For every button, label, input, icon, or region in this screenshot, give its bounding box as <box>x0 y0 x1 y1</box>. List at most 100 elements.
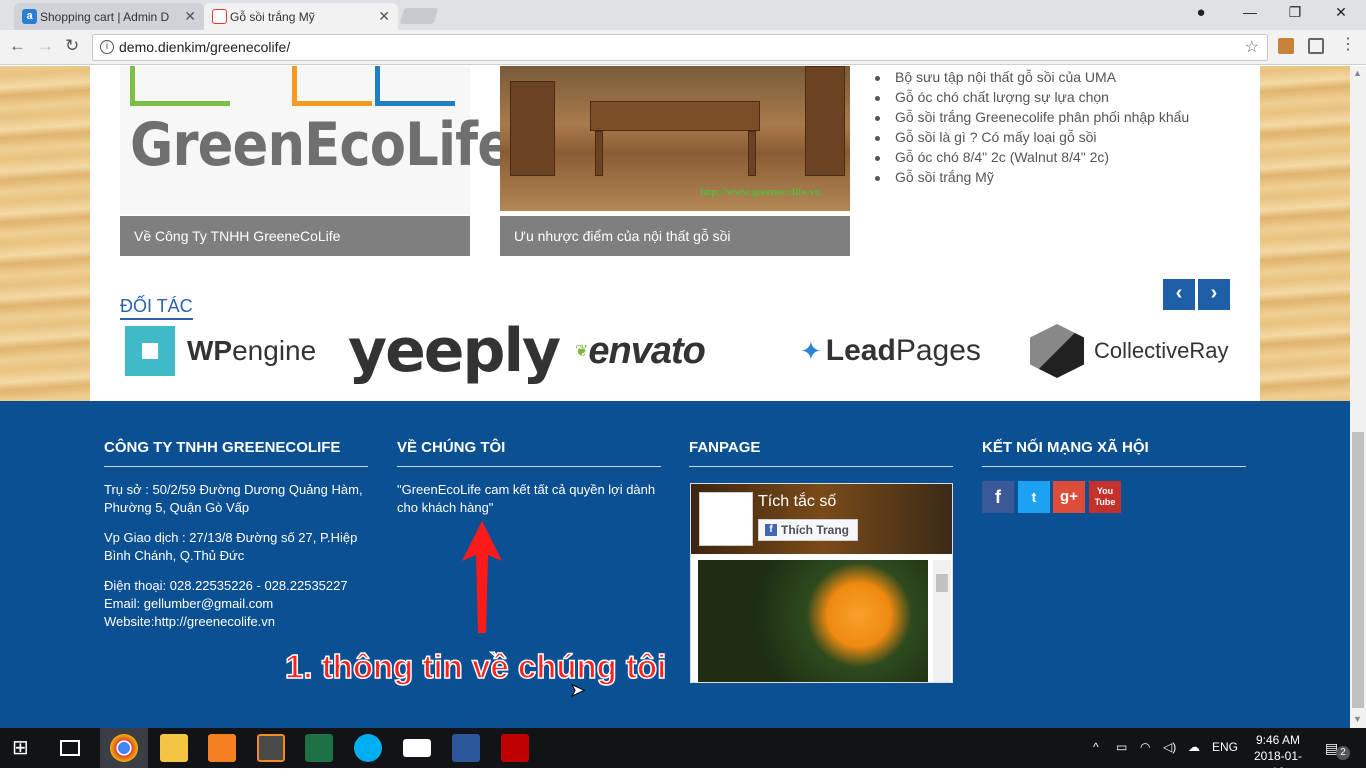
sublime-text-icon[interactable] <box>257 734 285 762</box>
word-icon[interactable] <box>452 734 480 762</box>
footer-website[interactable]: Website:http://greenecolife.vn <box>104 613 368 631</box>
close-tab-icon[interactable]: ✕ <box>378 8 390 25</box>
news-link[interactable]: Gỗ sồi trắng Mỹ <box>875 169 1189 189</box>
chrome-icon <box>110 734 138 762</box>
leadpages-text: Pages <box>895 334 981 367</box>
partners-heading: ĐỐI TÁC <box>120 296 193 320</box>
fb-like-page-button[interactable]: f Thích Trang <box>758 519 858 541</box>
excel-icon[interactable] <box>305 734 333 762</box>
envato-leaf-icon: ❦ <box>575 343 589 360</box>
language-indicator[interactable]: ENG <box>1212 740 1238 754</box>
file-explorer-icon[interactable] <box>160 734 188 762</box>
maximize-button[interactable]: ❐ <box>1285 4 1305 21</box>
close-window-button[interactable]: ✕ <box>1331 4 1351 21</box>
yeeply-text: yeeply <box>348 316 561 386</box>
fb-page-name[interactable]: Tích tắc số <box>758 493 836 511</box>
profile-icon[interactable]: ● <box>1191 4 1211 21</box>
url-text: demo.dienkim/greenecolife/ <box>119 39 291 55</box>
logo-bar <box>375 101 455 106</box>
tab-title: Shopping cart | Admin D <box>40 9 170 24</box>
scroll-up-icon[interactable]: ▲ <box>1353 68 1362 78</box>
news-link[interactable]: Bộ sưu tập nội thất gỗ sồi của UMA <box>875 69 1189 89</box>
leadpages-icon: ✦ <box>800 335 822 366</box>
youtube-icon[interactable]: You Tube <box>1089 481 1121 513</box>
carousel-next-button[interactable]: › <box>1198 279 1230 310</box>
facebook-page-widget[interactable]: Tích tắc số f Thích Trang <box>690 483 953 683</box>
collectiveray-cube-icon <box>1030 324 1084 378</box>
volume-icon[interactable]: ◁) <box>1163 740 1176 754</box>
card-caption-about[interactable]: Về Công Ty TNHH GreeneCoLife <box>120 216 470 256</box>
clock-time: 9:46 AM <box>1255 733 1301 747</box>
footer-phone: Điện thoại: 028.22535226 - 028.22535227 <box>104 578 348 593</box>
photo-watermark: http://www.greenecolife.vn <box>700 186 821 198</box>
page-scrollbar[interactable]: ▲ ▼ <box>1350 66 1366 728</box>
footer-about-column: VỀ CHÚNG TÔI "GreenEcoLife cam kết tất c… <box>397 439 661 517</box>
logo-bar <box>375 66 380 106</box>
tray-chevron-icon[interactable]: ^ <box>1093 740 1099 754</box>
web-page: GreenEcoLife Về Công Ty TNHH GreeneCoLif… <box>0 66 1350 728</box>
task-view-icon[interactable] <box>60 740 80 756</box>
news-list: Bộ sưu tập nội thất gỗ sồi của UMA Gỗ óc… <box>875 69 1189 189</box>
partner-yeeply-logo[interactable]: yeeply <box>348 316 561 386</box>
skype-icon[interactable] <box>354 734 382 762</box>
clock[interactable]: 9:46 AM 2018-01-16 <box>1250 732 1306 780</box>
new-tab-button[interactable] <box>399 8 439 24</box>
tab-go-soi-trang-my[interactable]: Gỗ sồi trắng Mỹ ✕ <box>204 3 398 30</box>
reload-button[interactable]: ↻ <box>65 36 79 56</box>
twitter-icon[interactable]: t <box>1018 481 1050 513</box>
fb-widget-scrollbar[interactable] <box>933 560 951 682</box>
carousel-prev-button[interactable]: ‹ <box>1163 279 1195 310</box>
fb-page-avatar[interactable] <box>699 492 753 546</box>
table-leg-shape <box>748 131 756 176</box>
partner-envato-logo[interactable]: ❦ envato <box>575 318 775 384</box>
oak-furniture-photo[interactable]: http://www.greenecolife.vn <box>500 66 850 211</box>
news-link[interactable]: Gỗ sồi trắng Greenecolife phân phối nhập… <box>875 109 1189 129</box>
partner-leadpages-logo[interactable]: ✦ Lead Pages <box>800 318 1005 384</box>
bookmark-star-icon[interactable]: ☆ <box>1245 35 1259 60</box>
browser-tab-strip: a Shopping cart | Admin D ✕ Gỗ sồi trắng… <box>0 0 1366 30</box>
scroll-down-icon[interactable]: ▼ <box>1353 714 1362 724</box>
news-link[interactable]: Gỗ óc chó chất lượng sự lựa chọn <box>875 89 1189 109</box>
partner-collectiveray-logo[interactable]: CollectiveRay <box>1030 318 1230 384</box>
minimize-button[interactable]: — <box>1240 4 1260 20</box>
fb-post-image[interactable] <box>698 560 928 682</box>
table-leg-shape <box>595 131 603 176</box>
footer-heading: CÔNG TY TNHH GREENECOLIFE <box>104 439 368 467</box>
back-button[interactable]: ← <box>9 36 26 56</box>
battery-icon[interactable]: ▭ <box>1116 740 1127 754</box>
cast-icon[interactable] <box>1308 38 1324 54</box>
address-bar[interactable]: i demo.dienkim/greenecolife/ ☆ <box>92 34 1268 61</box>
facebook-icon[interactable]: f <box>982 481 1014 513</box>
notification-count-badge: 2 <box>1336 746 1350 760</box>
coffee-table-shape <box>590 101 760 131</box>
windows-start-icon[interactable]: ⊞ <box>12 734 40 762</box>
company-logo: GreenEcoLife <box>130 110 513 180</box>
scrollbar-thumb[interactable] <box>1352 432 1364 708</box>
footer-email: Email: gellumber@gmail.com <box>104 596 274 611</box>
main-content: GreenEcoLife Về Công Ty TNHH GreeneCoLif… <box>90 66 1260 401</box>
menu-kebab-icon[interactable]: ⋮ <box>1340 37 1356 54</box>
admin-favicon-icon: a <box>22 9 37 24</box>
partner-wpengine-logo[interactable]: WP engine <box>125 318 325 384</box>
card-caption-pros-cons[interactable]: Ưu nhược điểm của nội thất gỗ sồi <box>500 216 850 256</box>
xampp-icon[interactable] <box>208 734 236 762</box>
close-tab-icon[interactable]: ✕ <box>184 8 196 25</box>
wpengine-text: engine <box>232 335 317 366</box>
envato-text: envato <box>588 329 705 372</box>
forward-button[interactable]: → <box>37 36 54 56</box>
company-logo-card[interactable]: GreenEcoLife <box>120 66 513 214</box>
tab-shopping-cart[interactable]: a Shopping cart | Admin D ✕ <box>14 3 204 30</box>
leadpages-text-bold: Lead <box>825 334 896 367</box>
google-plus-icon[interactable]: g+ <box>1053 481 1085 513</box>
news-link[interactable]: Gỗ óc chó 8/4" 2c (Walnut 8/4" 2c) <box>875 149 1189 169</box>
extension-icon[interactable] <box>1278 38 1294 54</box>
wifi-icon[interactable]: ◠ <box>1140 740 1150 754</box>
news-link[interactable]: Gỗ sồi là gì ? Có mấy loại gỗ sồi <box>875 129 1189 149</box>
onedrive-icon[interactable]: ☁ <box>1188 740 1200 754</box>
site-favicon-icon <box>212 9 227 24</box>
filezilla-icon[interactable] <box>501 734 529 762</box>
mail-icon[interactable] <box>403 739 431 757</box>
footer-about-text: "GreenEcoLife cam kết tất cả quyền lợi d… <box>397 482 656 515</box>
logo-bar <box>292 66 297 106</box>
site-info-icon[interactable]: i <box>100 40 114 54</box>
